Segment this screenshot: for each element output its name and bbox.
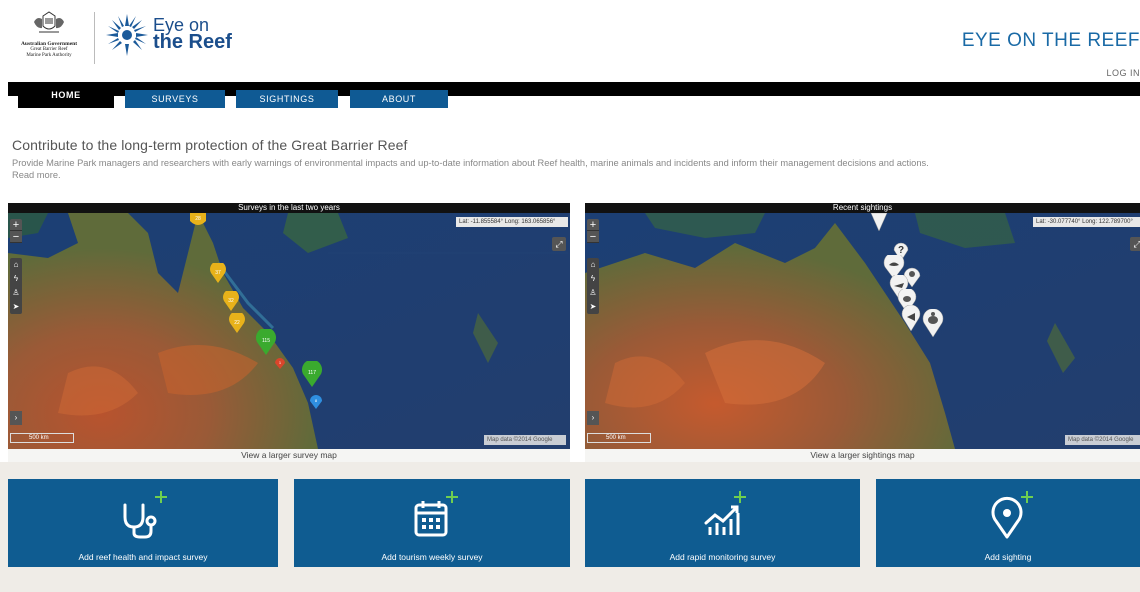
add-reef-health-survey-button[interactable]: Add reef health and impact survey — [8, 479, 278, 567]
fullscreen-icon[interactable]: ⤢ — [552, 237, 566, 251]
add-sighting-button[interactable]: Add sighting — [876, 479, 1140, 567]
surveys-tool-control: ⌂ ϟ ♙ ➤ — [10, 258, 22, 314]
login-link[interactable]: LOG IN — [1106, 68, 1140, 78]
read-more-link[interactable]: Read more. — [12, 170, 61, 180]
survey-marker[interactable]: 32 — [222, 291, 240, 311]
sighting-marker[interactable] — [869, 213, 889, 233]
tab-home[interactable]: HOME — [18, 82, 114, 108]
survey-marker-count: 32 — [228, 298, 234, 304]
sightings-zoom-control: + − — [587, 219, 599, 243]
sightings-coordinates: Lat: -30.077740° Long: 122.789700° — [1033, 217, 1140, 227]
lightning-icon[interactable]: ϟ — [10, 272, 22, 286]
action-label: Add tourism weekly survey — [381, 552, 483, 562]
sightings-map[interactable]: + − ⌂ ϟ ♙ ➤ › Lat: -30.077740° Long: 122… — [585, 213, 1140, 449]
sightings-map-panel: Recent sightings + − ⌂ ϟ ♙ ➤ › Lat: -30.… — [585, 203, 1140, 462]
surveys-map-panel: Surveys in the last two years + − ⌂ ϟ ♙ … — [8, 203, 570, 462]
larger-sightings-map-link[interactable]: View a larger sightings map — [585, 449, 1140, 462]
navigate-icon[interactable]: ➤ — [587, 300, 599, 314]
home-icon[interactable]: ⌂ — [587, 258, 599, 272]
tab-sightings[interactable]: SIGHTINGS — [236, 90, 338, 108]
add-rapid-monitoring-survey-button[interactable]: Add rapid monitoring survey — [585, 479, 860, 567]
page-title: Contribute to the long-term protection o… — [12, 137, 408, 153]
brand-wordmark[interactable]: Eye on the Reef — [153, 16, 232, 53]
surveys-map-attribution: Map data ©2014 Google — [484, 435, 566, 445]
person-icon[interactable]: ♙ — [10, 286, 22, 300]
person-icon[interactable]: ♙ — [587, 286, 599, 300]
surveys-map[interactable]: + − ⌂ ϟ ♙ ➤ › Lat: -11.855584° Long: 163… — [8, 213, 570, 449]
action-label: Add rapid monitoring survey — [669, 552, 776, 562]
tab-surveys[interactable]: SURVEYS — [125, 90, 225, 108]
survey-marker-count: 22 — [234, 320, 240, 326]
eye-on-the-reef-logo-icon[interactable] — [104, 12, 150, 58]
surveys-map-title: Surveys in the last two years — [8, 203, 570, 213]
sighting-marker[interactable] — [901, 305, 921, 331]
chart-icon — [704, 491, 746, 535]
intro-text: Provide Marine Park managers and researc… — [12, 158, 929, 168]
larger-survey-map-link[interactable]: View a larger survey map — [8, 449, 570, 462]
survey-marker-count: 117 — [308, 370, 316, 376]
government-logo[interactable]: Australian Government Great Barrier Reef… — [10, 10, 88, 68]
site-title: EYE ON THE REEF — [961, 30, 1140, 51]
sighting-marker[interactable] — [922, 309, 944, 337]
location-pin-icon — [991, 491, 1033, 539]
expand-panel-button[interactable]: › — [587, 411, 599, 425]
survey-marker[interactable]: 117 — [301, 361, 323, 387]
zoom-out-button[interactable]: − — [587, 231, 599, 243]
surveys-zoom-control: + − — [10, 219, 22, 243]
survey-marker[interactable]: 37 — [209, 263, 227, 283]
coat-of-arms-icon — [34, 11, 64, 33]
home-icon[interactable]: ⌂ — [10, 258, 22, 272]
stethoscope-icon — [123, 491, 167, 539]
survey-marker-count: 28 — [195, 216, 201, 222]
navigate-icon[interactable]: ➤ — [10, 300, 22, 314]
fullscreen-icon[interactable]: ⤢ — [1130, 237, 1140, 251]
satellite-map-image — [8, 213, 570, 449]
survey-marker-count: 115 — [262, 338, 270, 344]
survey-marker[interactable]: 1 — [274, 357, 286, 369]
calendar-icon — [414, 491, 458, 537]
sightings-scale-bar: 500 km — [587, 433, 651, 443]
tab-about[interactable]: ABOUT — [350, 90, 448, 108]
surveys-scale-bar: 500 km — [10, 433, 74, 443]
action-label: Add sighting — [984, 552, 1032, 562]
survey-marker-count: 37 — [215, 270, 221, 276]
sightings-map-attribution: Map data ©2014 Google — [1065, 435, 1140, 445]
survey-marker[interactable]: 28 — [189, 213, 207, 229]
sightings-map-title: Recent sightings — [585, 203, 1140, 213]
zoom-out-button[interactable]: − — [10, 231, 22, 243]
sightings-tool-control: ⌂ ϟ ♙ ➤ — [587, 258, 599, 314]
survey-marker[interactable]: 115 — [255, 329, 277, 355]
gov-logo-line-3: Marine Park Authority — [26, 53, 72, 58]
survey-marker[interactable]: 22 — [228, 313, 246, 333]
satellite-map-image — [585, 213, 1140, 449]
add-tourism-weekly-survey-button[interactable]: Add tourism weekly survey — [294, 479, 570, 567]
action-label: Add reef health and impact survey — [78, 552, 208, 562]
expand-panel-button[interactable]: › — [10, 411, 22, 425]
site-header: Australian Government Great Barrier Reef… — [0, 0, 1140, 82]
surveys-coordinates: Lat: -11.855584° Long: 163.065856° — [456, 217, 568, 227]
lightning-icon[interactable]: ϟ — [587, 272, 599, 286]
brand-line-2: the Reef — [153, 31, 232, 53]
survey-marker[interactable]: 8 — [309, 393, 323, 409]
zoom-in-button[interactable]: + — [10, 219, 22, 231]
logo-divider — [94, 12, 95, 64]
zoom-in-button[interactable]: + — [587, 219, 599, 231]
